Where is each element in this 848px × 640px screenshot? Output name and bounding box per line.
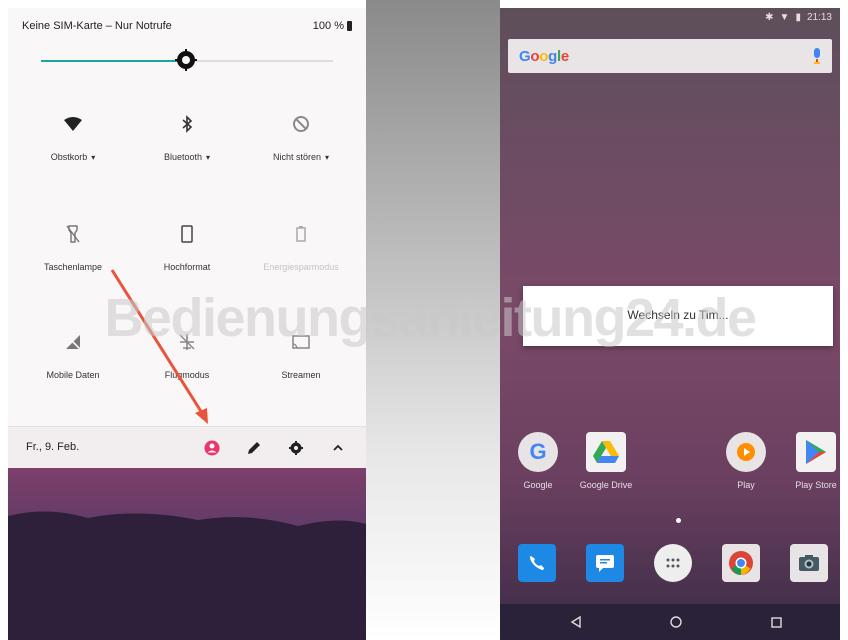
battery-icon — [347, 21, 352, 31]
tile-wifi-label: Obstkorb — [50, 152, 88, 162]
tile-battery-saver[interactable]: Energiesparmodus — [246, 222, 356, 272]
edit-icon[interactable] — [244, 438, 264, 458]
navigation-bar — [500, 604, 840, 640]
tile-rotation[interactable]: Hochformat — [132, 222, 242, 272]
dropdown-arrow-icon[interactable]: ▾ — [325, 153, 329, 162]
tile-bluetooth-label: Bluetooth — [163, 152, 202, 162]
play-music-icon — [726, 432, 766, 472]
tile-flashlight[interactable]: Taschenlampe — [18, 222, 128, 272]
bluetooth-icon — [132, 112, 242, 136]
right-phone-screen: ✱ ▼ ▮ 21:13 Google Wechseln zu Tim... G … — [500, 8, 840, 640]
carrier-status: Keine SIM-Karte – Nur Notrufe — [22, 20, 172, 32]
airplane-icon — [132, 330, 242, 354]
play-store-icon — [796, 432, 836, 472]
tile-airplane-label: Flugmodus — [164, 370, 210, 380]
battery-status: 100 % — [313, 20, 352, 32]
drive-icon — [586, 432, 626, 472]
app-play-music[interactable]: Play — [714, 432, 778, 490]
cast-icon — [246, 330, 356, 354]
brightness-fill — [41, 60, 186, 62]
tile-cast[interactable]: Streamen — [246, 330, 356, 380]
background-gap — [366, 0, 500, 640]
app-label: Google Drive — [579, 480, 633, 490]
dropdown-arrow-icon[interactable]: ▾ — [91, 153, 95, 162]
tile-dnd-label: Nicht stören — [272, 152, 321, 162]
app-google-drive[interactable]: Google Drive — [574, 432, 638, 490]
switch-user-dialog: Wechseln zu Tim... — [523, 286, 833, 346]
status-bar: ✱ ▼ ▮ 21:13 — [765, 12, 832, 23]
camera-icon[interactable] — [790, 544, 828, 582]
settings-icon[interactable] — [286, 438, 306, 458]
home-icon[interactable] — [666, 612, 686, 632]
messages-icon[interactable] — [586, 544, 624, 582]
date-label: Fr., 9. Feb. — [26, 441, 80, 453]
tile-cast-label: Streamen — [281, 370, 321, 380]
flashlight-icon — [18, 222, 128, 246]
bluetooth-status-icon: ✱ — [765, 12, 774, 23]
dialog-message: Wechseln zu Tim... — [627, 308, 729, 322]
wallpaper — [8, 468, 366, 640]
google-icon: G — [518, 432, 558, 472]
portrait-icon — [132, 222, 242, 246]
wifi-icon — [18, 112, 128, 136]
app-drawer-icon[interactable] — [654, 544, 692, 582]
tile-do-not-disturb[interactable]: Nicht stören ▾ — [246, 112, 356, 162]
phone-icon[interactable] — [518, 544, 556, 582]
battery-percent: 100 % — [312, 20, 344, 32]
tile-airplane[interactable]: Flugmodus — [132, 330, 242, 380]
tile-battery-saver-label: Energiesparmodus — [263, 262, 339, 272]
battery-saver-icon — [246, 222, 356, 246]
tile-rotation-label: Hochformat — [163, 262, 211, 272]
user-icon[interactable] — [202, 438, 222, 458]
app-label: Play Store — [795, 480, 837, 490]
do-not-disturb-icon — [246, 112, 356, 136]
brightness-icon[interactable] — [175, 49, 197, 71]
mobile-data-icon — [18, 330, 128, 354]
quick-settings-footer: Fr., 9. Feb. — [8, 426, 366, 469]
chrome-icon[interactable] — [722, 544, 760, 582]
google-logo: Google — [519, 48, 569, 65]
tile-flashlight-label: Taschenlampe — [43, 262, 103, 272]
tile-bluetooth[interactable]: Bluetooth ▾ — [132, 112, 242, 162]
battery-status-icon: ▮ — [795, 12, 801, 23]
tile-mobile-data[interactable]: Mobile Daten — [18, 330, 128, 380]
recents-icon[interactable] — [766, 612, 786, 632]
microphone-icon[interactable] — [812, 47, 822, 65]
clock: 21:13 — [806, 12, 832, 23]
wifi-status-icon: ▼ — [779, 12, 790, 23]
tile-wifi[interactable]: Obstkorb ▾ — [18, 112, 128, 162]
quick-settings-panel: Keine SIM-Karte – Nur Notrufe 100 % Obst… — [8, 8, 366, 469]
left-phone-screen: Keine SIM-Karte – Nur Notrufe 100 % Obst… — [8, 8, 366, 640]
tile-mobile-data-label: Mobile Daten — [46, 370, 100, 380]
google-search-bar[interactable]: Google — [508, 39, 832, 73]
dropdown-arrow-icon[interactable]: ▾ — [206, 153, 210, 162]
app-label: Play — [737, 480, 755, 490]
back-icon[interactable] — [566, 612, 586, 632]
page-indicator — [676, 518, 681, 523]
app-play-store[interactable]: Play Store — [784, 432, 840, 490]
app-google[interactable]: G Google — [506, 432, 570, 490]
app-label: Google — [523, 480, 553, 490]
chevron-up-icon[interactable] — [328, 438, 348, 458]
